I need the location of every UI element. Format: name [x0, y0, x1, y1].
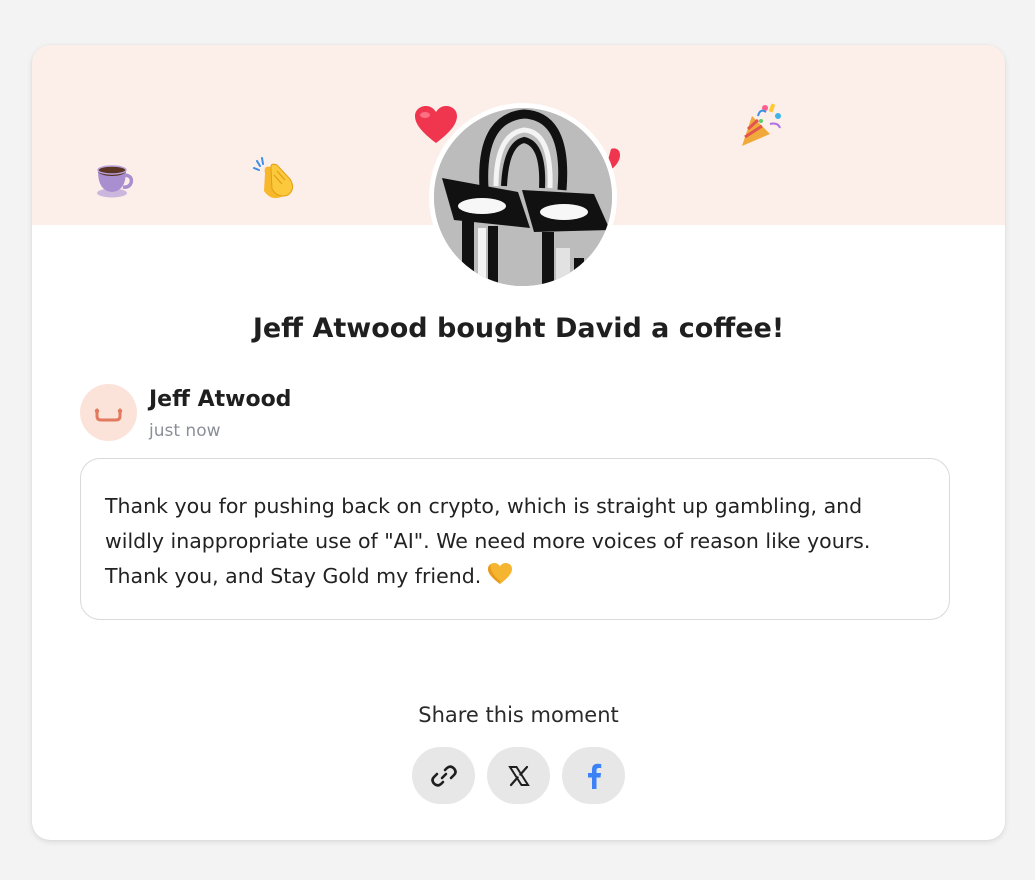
page-title: Jeff Atwood bought David a coffee! [252, 313, 785, 344]
x-icon [507, 765, 530, 786]
creator-avatar [429, 103, 617, 291]
supporter-name: Jeff Atwood [149, 387, 292, 412]
coffee-card: Jeff Atwood bought David a coffee! Jeff … [32, 45, 1005, 840]
share-label: Share this moment [418, 703, 619, 727]
message-box: Thank you for pushing back on crypto, wh… [80, 458, 950, 620]
coffee-cup-icon [92, 155, 134, 202]
share-facebook-button[interactable] [562, 747, 625, 804]
supporter-timestamp: just now [149, 421, 221, 441]
facebook-icon [587, 763, 601, 789]
share-x-button[interactable] [487, 747, 550, 804]
message-text: Thank you for pushing back on crypto, wh… [105, 489, 925, 597]
smile-icon [94, 408, 123, 422]
party-popper-icon [738, 102, 784, 151]
yellow-heart-icon [487, 562, 513, 597]
link-icon [430, 764, 457, 787]
clapping-hands-icon [253, 155, 299, 202]
supporter-avatar [80, 384, 137, 441]
copy-link-button[interactable] [412, 747, 475, 804]
